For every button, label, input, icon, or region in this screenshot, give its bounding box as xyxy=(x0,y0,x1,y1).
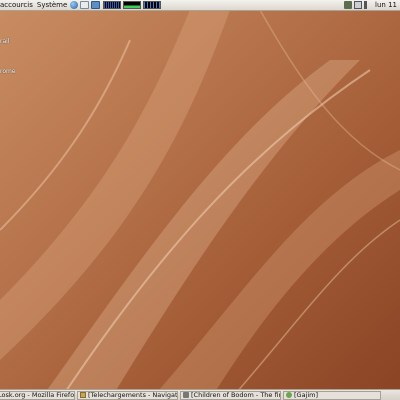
lock-icon[interactable] xyxy=(344,1,353,9)
volume-icon[interactable] xyxy=(364,1,373,9)
menu-raccourcis[interactable]: accourcis xyxy=(0,0,35,10)
top-panel: accourcis Système lun 11 xyxy=(0,0,400,11)
taskbar-item-file-browser[interactable]: [Telechargements - Navigateur de fi... xyxy=(77,390,178,400)
task-label: Losk.org - Mozilla Firefox] xyxy=(0,390,75,399)
memory-monitor-icon[interactable] xyxy=(123,1,142,9)
task-label: [Children of Bodom - The final coun... xyxy=(191,390,280,399)
network-icon[interactable] xyxy=(354,1,363,9)
folder-icon[interactable] xyxy=(91,1,101,9)
task-label: [Gajim] xyxy=(294,390,319,399)
desktop-icon-label[interactable]: rail xyxy=(0,38,9,45)
folder-icon xyxy=(80,392,86,398)
cpu-monitor-icon[interactable] xyxy=(103,1,122,9)
task-label: [Telechargements - Navigateur de fi... xyxy=(88,390,178,399)
menu-systeme[interactable]: Système xyxy=(35,0,69,10)
taskbar-item-media[interactable]: [Children of Bodom - The final coun... xyxy=(180,390,281,400)
bottom-panel: Losk.org - Mozilla Firefox] [Telechargem… xyxy=(0,389,400,400)
taskbar-item-firefox[interactable]: Losk.org - Mozilla Firefox] xyxy=(0,390,75,400)
desktop-icon-label[interactable]: rome xyxy=(0,68,16,75)
system-tray: lun 11 xyxy=(343,1,400,9)
network-monitor-icon[interactable] xyxy=(143,1,162,9)
chat-icon xyxy=(286,392,292,398)
clock[interactable]: lun 11 xyxy=(373,1,400,9)
mail-icon[interactable] xyxy=(80,1,90,9)
desktop-wallpaper xyxy=(0,0,400,400)
taskbar-item-gajim[interactable]: [Gajim] xyxy=(283,390,381,400)
media-player-icon xyxy=(183,392,189,398)
browser-globe-icon[interactable] xyxy=(70,1,79,9)
